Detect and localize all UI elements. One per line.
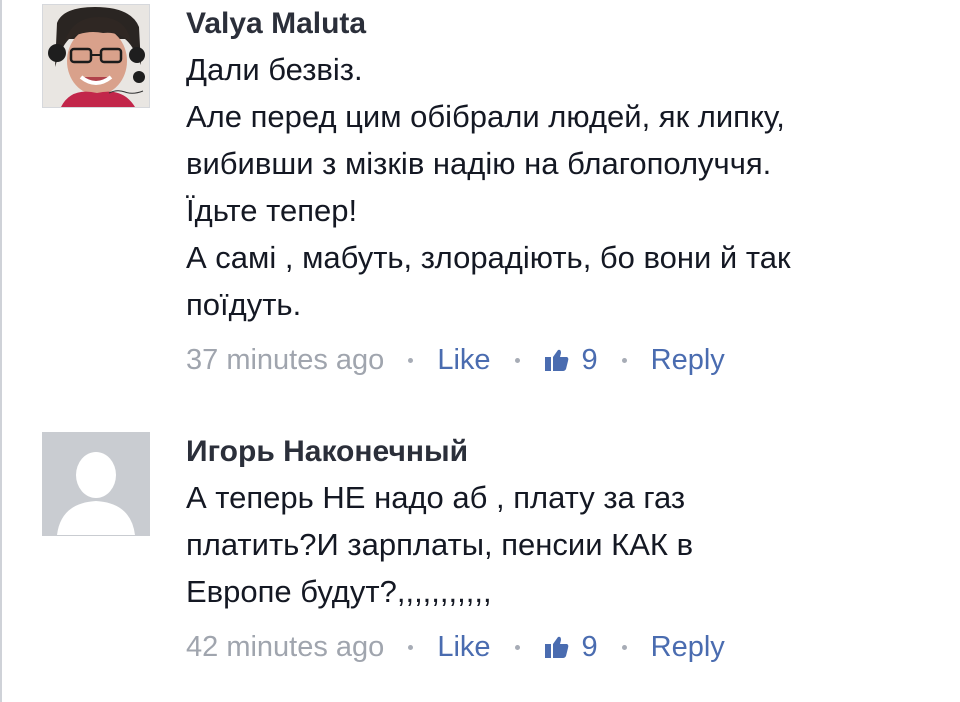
comment-text-line: Але перед цим обібрали людей, як липку, <box>186 99 785 134</box>
separator-dot <box>408 644 414 650</box>
comment-text: Дали безвіз. Але перед цим обібрали люде… <box>186 46 946 328</box>
default-avatar-icon <box>43 433 149 535</box>
separator-dot <box>408 357 414 363</box>
thumbs-up-icon[interactable] <box>544 635 570 659</box>
comment-timestamp[interactable]: 42 minutes ago <box>186 629 384 665</box>
comment-text-line: платить?И зарплаты, пенсии КАК в <box>186 527 694 562</box>
frame-border <box>0 0 2 702</box>
comment-text-line: Европе будут?,,,,,,,,,,, <box>186 574 492 609</box>
comment-meta: 37 minutes ago Like 9 Reply <box>186 342 946 378</box>
separator-dot <box>514 357 520 363</box>
reply-button[interactable]: Reply <box>651 629 725 665</box>
like-button[interactable]: Like <box>437 342 490 378</box>
avatar[interactable] <box>42 432 150 536</box>
comment-text-line: поїдуть. <box>186 287 302 322</box>
comment-body: Игорь Наконечный А теперь НЕ надо аб , п… <box>186 432 946 665</box>
comment-author[interactable]: Игорь Наконечный <box>186 432 946 472</box>
thumbs-up-icon[interactable] <box>544 348 570 372</box>
comment-meta: 42 minutes ago Like 9 Reply <box>186 629 946 665</box>
comment-author[interactable]: Valya Maluta <box>186 4 946 44</box>
separator-dot <box>621 644 627 650</box>
comment-timestamp[interactable]: 37 minutes ago <box>186 342 384 378</box>
avatar[interactable] <box>42 4 150 108</box>
comment-text-line: А самі , мабуть, злорадіють, бо вони й т… <box>186 240 791 275</box>
like-count[interactable]: 9 <box>582 629 598 665</box>
like-count[interactable]: 9 <box>582 342 598 378</box>
separator-dot <box>514 644 520 650</box>
comment-text: А теперь НЕ надо аб , плату за газ плати… <box>186 474 946 615</box>
comment-text-line: Дали безвіз. <box>186 52 363 87</box>
comment-text-line: А теперь НЕ надо аб , плату за газ <box>186 480 686 515</box>
comment-text-line: Їдьте тепер! <box>186 193 358 228</box>
comment-text-line: вибивши з мізків надію на благополуччя. <box>186 146 772 181</box>
like-button[interactable]: Like <box>437 629 490 665</box>
comment-body: Valya Maluta Дали безвіз. Але перед цим … <box>186 4 946 378</box>
user-photo-icon <box>43 5 149 107</box>
reply-button[interactable]: Reply <box>651 342 725 378</box>
separator-dot <box>621 357 627 363</box>
